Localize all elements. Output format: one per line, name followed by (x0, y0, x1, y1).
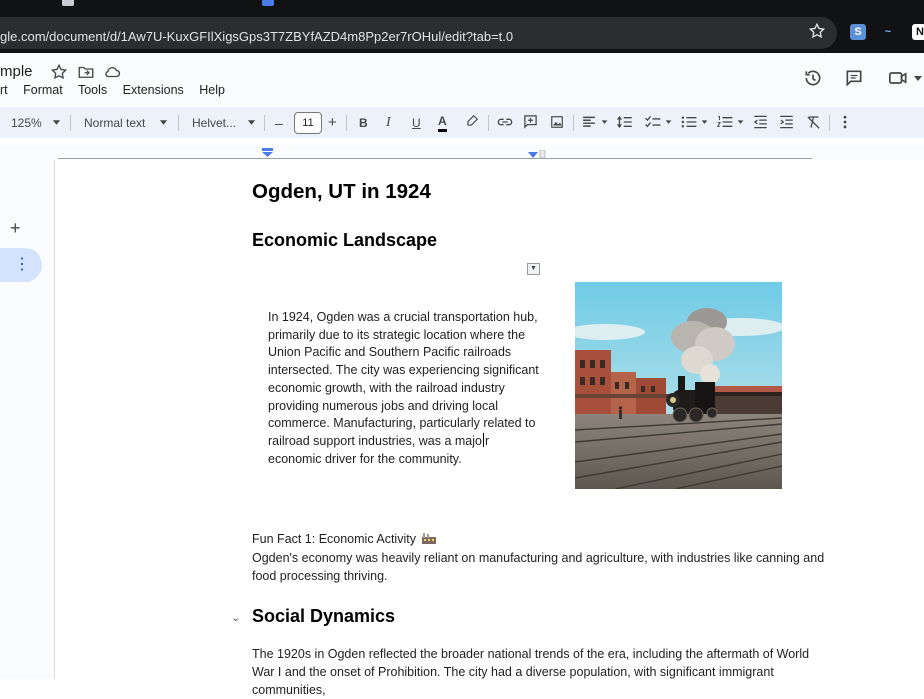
decrease-font-size-button[interactable]: – (275, 113, 283, 133)
text-cursor (483, 432, 484, 447)
line-spacing-icon[interactable] (617, 115, 633, 129)
vertical-dots-icon: ⋮ (14, 256, 30, 273)
menu-format[interactable]: Format (23, 83, 63, 97)
text-color-button[interactable]: A (438, 113, 447, 132)
toolbar-divider (829, 115, 830, 131)
toolbar-divider (346, 115, 347, 131)
tab-favicon[interactable] (262, 0, 274, 6)
star-icon[interactable] (50, 63, 68, 81)
factory-emoji-icon (422, 533, 437, 544)
meet-video-icon[interactable] (888, 68, 910, 88)
more-options-icon[interactable] (842, 115, 848, 129)
chevron-down-icon[interactable] (737, 120, 744, 125)
left-indent-marker[interactable] (262, 148, 273, 157)
chevron-down-icon[interactable] (159, 120, 168, 126)
tab-options-button[interactable]: ⋮ (0, 248, 42, 282)
menu-insert[interactable]: rt (0, 83, 8, 97)
toolbar-divider (573, 115, 574, 131)
menu-bar: rt Format Tools Extensions Help (0, 83, 237, 97)
outline-side-panel: + ⋮ (0, 160, 55, 679)
steam-train-image[interactable] (575, 282, 782, 489)
toolbar-divider (264, 115, 265, 131)
numbered-list-icon[interactable] (717, 115, 733, 129)
menu-help[interactable]: Help (199, 83, 225, 97)
social-paragraph[interactable]: The 1920s in Ogden reflected the broader… (252, 645, 832, 699)
menu-tools[interactable]: Tools (78, 83, 107, 97)
comments-icon[interactable] (844, 68, 864, 88)
economic-paragraph[interactable]: In 1924, Ogden was a crucial transportat… (268, 309, 540, 468)
ruler-line (58, 158, 812, 159)
font-size-input[interactable]: 11 (294, 112, 322, 134)
fun-fact-label[interactable]: Fun Fact 1: Economic Activity (252, 532, 437, 546)
insert-link-icon[interactable] (497, 116, 513, 128)
toolbar-divider (488, 115, 489, 131)
paragraph-style-select[interactable]: Normal text (84, 113, 145, 133)
zoom-select[interactable]: 125% (11, 113, 42, 133)
ruler (0, 145, 924, 160)
toolbar-divider (178, 115, 179, 131)
tab-favicon[interactable] (62, 0, 74, 6)
underline-button[interactable]: U (412, 113, 421, 133)
extension-wave-icon[interactable]: ~ (880, 24, 896, 40)
add-comment-icon[interactable] (523, 114, 538, 129)
chevron-down-icon[interactable] (52, 120, 61, 126)
add-tab-button[interactable]: + (10, 218, 21, 239)
extension-notion-icon[interactable]: N (912, 24, 924, 40)
italic-button[interactable]: I (386, 113, 391, 133)
font-select[interactable]: Helvet... (192, 113, 236, 133)
fun-fact-text: Fun Fact 1: Economic Activity (252, 532, 416, 546)
highlight-pen-icon[interactable] (465, 114, 479, 128)
menu-extensions[interactable]: Extensions (123, 83, 184, 97)
chevron-down-icon[interactable] (665, 120, 672, 125)
clear-formatting-icon[interactable] (806, 115, 821, 129)
right-indent-marker[interactable] (528, 150, 546, 158)
url-text[interactable]: gle.com/document/d/1Aw7U-KuxGFIlXigsGps3… (0, 29, 513, 44)
collapse-section-chevron-icon[interactable]: ⌄ (231, 611, 240, 624)
formatting-toolbar: 125% Normal text Helvet... – 11 + B I U … (0, 107, 924, 138)
fun-fact-paragraph[interactable]: Ogden's economy was heavily reliant on m… (252, 549, 832, 585)
increase-font-size-button[interactable]: + (328, 113, 337, 133)
chevron-down-icon[interactable] (701, 120, 708, 125)
document-heading[interactable]: Ogden, UT in 1924 (252, 180, 431, 204)
paragraph-text: In 1924, Ogden was a crucial transportat… (268, 310, 539, 448)
section-heading-social[interactable]: Social Dynamics (252, 606, 395, 627)
insert-image-icon[interactable] (550, 115, 564, 129)
bold-button[interactable]: B (359, 113, 368, 133)
chevron-down-icon[interactable] (913, 75, 923, 83)
docs-header: mple rt Format Tools Extensions Help (0, 53, 924, 105)
checklist-icon[interactable] (645, 115, 661, 129)
address-bar[interactable]: gle.com/document/d/1Aw7U-KuxGFIlXigsGps3… (0, 17, 837, 49)
version-history-icon[interactable] (803, 68, 823, 88)
section-heading-economic[interactable]: Economic Landscape (252, 230, 437, 251)
browser-tab-strip (0, 0, 924, 12)
move-folder-icon[interactable] (77, 63, 95, 81)
chevron-down-icon[interactable] (601, 120, 608, 125)
document-canvas[interactable]: Ogden, UT in 1924 Economic Landscape ▼ I… (55, 160, 924, 697)
increase-indent-icon[interactable] (779, 115, 794, 129)
extension-s-icon[interactable]: S (850, 24, 866, 40)
decrease-indent-icon[interactable] (753, 115, 768, 129)
chevron-down-icon[interactable] (247, 120, 256, 126)
align-left-icon[interactable] (582, 116, 596, 128)
cloud-status-icon[interactable] (103, 63, 121, 81)
toolbar-divider (70, 115, 71, 131)
image-anchor-dropdown-icon[interactable]: ▼ (527, 263, 540, 275)
bookmark-star-icon[interactable] (808, 22, 826, 40)
browser-toolbar: gle.com/document/d/1Aw7U-KuxGFIlXigsGps3… (0, 12, 924, 53)
document-title[interactable]: mple (0, 63, 33, 80)
bulleted-list-icon[interactable] (681, 115, 697, 129)
